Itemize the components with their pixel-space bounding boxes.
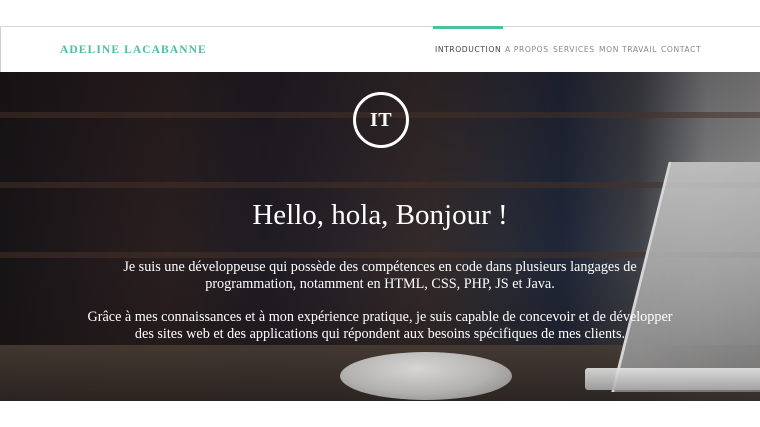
hero-headline: Hello, hola, Bonjour ! xyxy=(252,199,508,231)
nav-a-propos[interactable]: A PROPOS xyxy=(505,45,549,54)
nav-contact[interactable]: CONTACT xyxy=(661,45,701,54)
hero-paragraph-2: Grâce à mes connaissances et à mon expér… xyxy=(70,309,690,343)
background-shelf xyxy=(0,182,760,188)
nav-services[interactable]: SERVICES xyxy=(553,45,595,54)
active-nav-indicator xyxy=(433,26,503,29)
brand-link[interactable]: ADELINE LACABANNE xyxy=(60,44,207,56)
it-logo-badge: IT xyxy=(353,92,409,148)
logo-text: IT xyxy=(369,108,393,131)
background-laptop-base xyxy=(585,368,760,390)
nav-introduction[interactable]: INTRODUCTION xyxy=(435,45,501,54)
background-mouse xyxy=(340,352,512,400)
site-navbar: ADELINE LACABANNE INTRODUCTION A PROPOS … xyxy=(0,26,760,72)
top-blank-area xyxy=(0,0,760,26)
paragraph-1-line-2: programmation, notamment en HTML, CSS, P… xyxy=(205,276,555,292)
paragraph-2-line-1: Grâce à mes connaissances et à mon expér… xyxy=(87,309,673,325)
paragraph-1-line-1: Je suis une développeuse qui possède des… xyxy=(123,259,637,275)
nav-mon-travail[interactable]: MON TRAVAIL xyxy=(599,45,657,54)
hero-paragraph-1: Je suis une développeuse qui possède des… xyxy=(70,259,690,293)
paragraph-2-line-2: des sites web et des applications qui ré… xyxy=(134,326,626,342)
